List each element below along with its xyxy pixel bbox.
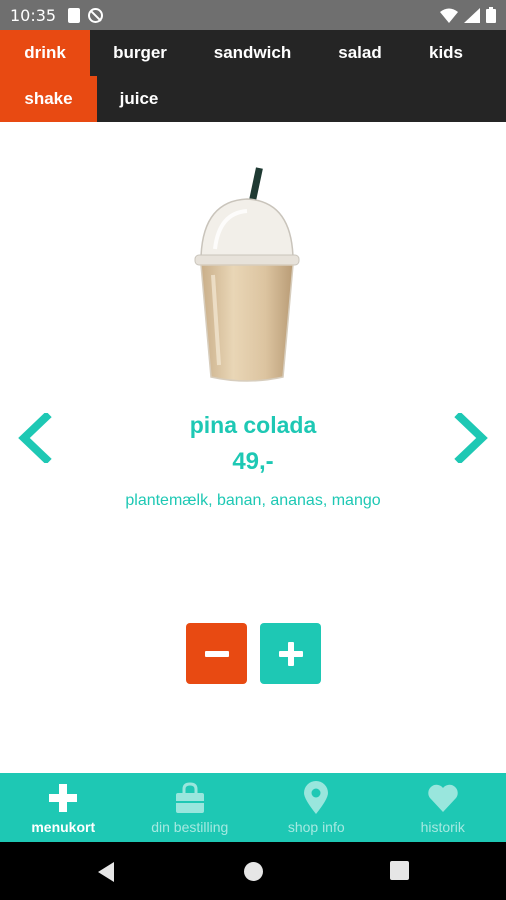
status-time: 10:35 — [10, 5, 57, 25]
back-icon[interactable] — [96, 861, 116, 883]
tab-kids[interactable]: kids — [405, 30, 487, 76]
category-bar: drink burger sandwich salad kids shake j… — [0, 30, 506, 122]
increase-quantity-button[interactable] — [260, 623, 321, 684]
nav-item-din-bestilling[interactable]: din bestilling — [127, 773, 254, 842]
product-description: plantemælk, banan, ananas, mango — [125, 492, 381, 509]
tab-drink[interactable]: drink — [0, 30, 90, 76]
product-price: 49,- — [232, 448, 274, 475]
nav-item-menukort[interactable]: menukort — [0, 773, 127, 842]
minus-icon — [204, 650, 229, 657]
shopping-bag-icon — [175, 782, 204, 813]
tab-juice[interactable]: juice — [97, 76, 181, 122]
tab-salad[interactable]: salad — [315, 30, 405, 76]
nav-label-historik: historik — [420, 819, 465, 835]
recents-icon[interactable] — [390, 861, 409, 880]
nav-label-shop-info: shop info — [287, 819, 345, 835]
no-disturb-icon — [88, 7, 104, 23]
decrease-quantity-button[interactable] — [186, 623, 247, 684]
location-pin-icon — [304, 781, 329, 814]
plus-icon — [278, 641, 303, 666]
sd-card-icon — [68, 7, 81, 23]
nav-item-shop-info[interactable]: shop info — [253, 773, 380, 842]
smoothie-cup-image — [194, 167, 300, 382]
home-icon[interactable] — [243, 861, 264, 882]
status-bar: 10:35 — [0, 0, 506, 30]
nav-label-menukort: menukort — [31, 819, 96, 835]
signal-icon — [464, 7, 480, 23]
plus-icon — [49, 784, 78, 812]
battery-icon — [486, 7, 496, 23]
bottom-nav: menukort din bestilling shop info histor… — [0, 773, 506, 842]
system-nav-bar — [0, 842, 506, 900]
product-name: pina colada — [189, 412, 317, 438]
tab-burger[interactable]: burger — [90, 30, 190, 76]
nav-item-historik[interactable]: historik — [380, 773, 506, 842]
wifi-icon — [440, 8, 458, 23]
nav-label-din-bestilling: din bestilling — [151, 819, 229, 835]
heart-icon — [428, 784, 458, 812]
tab-shake[interactable]: shake — [0, 76, 97, 122]
tab-sandwich[interactable]: sandwich — [195, 30, 310, 76]
